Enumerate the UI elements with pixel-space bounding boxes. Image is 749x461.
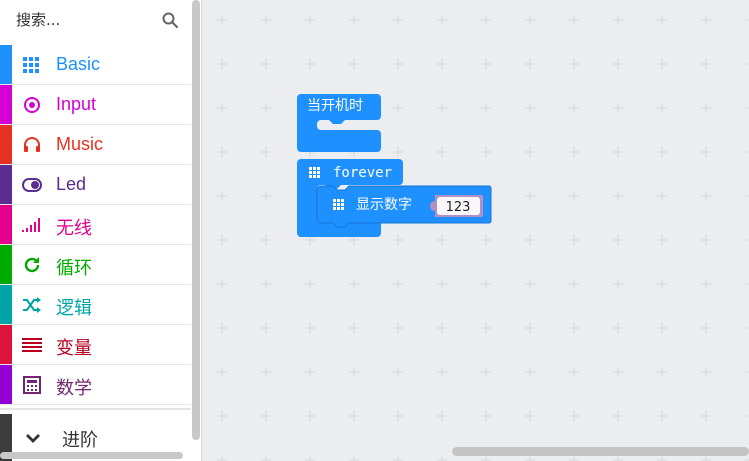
calculator-icon bbox=[22, 375, 42, 395]
radio-target-icon bbox=[22, 95, 42, 115]
toolbox: Basic Input Music bbox=[0, 0, 202, 461]
divider bbox=[0, 408, 191, 410]
category-variables[interactable]: 变量 bbox=[0, 325, 191, 365]
on-start-block[interactable]: 当开机时 bbox=[297, 94, 397, 156]
grid-icon bbox=[22, 55, 42, 75]
category-label: 无线 bbox=[56, 218, 92, 238]
category-color-bar bbox=[0, 85, 12, 124]
category-input[interactable]: Input bbox=[0, 85, 191, 125]
toolbox-horizontal-scrollbar[interactable] bbox=[0, 452, 183, 459]
workspace-horizontal-scrollbar[interactable] bbox=[452, 447, 749, 456]
category-color-bar bbox=[0, 365, 12, 404]
toggle-icon bbox=[22, 175, 42, 195]
grid-icon bbox=[333, 199, 344, 210]
variables-icon bbox=[22, 335, 42, 355]
search-icon[interactable] bbox=[161, 11, 179, 29]
category-basic[interactable]: Basic bbox=[0, 45, 191, 85]
category-color-bar bbox=[0, 245, 12, 284]
category-color-bar bbox=[0, 165, 12, 204]
category-color-bar bbox=[0, 205, 12, 244]
number-input[interactable]: 123 bbox=[430, 195, 483, 217]
category-label: 进阶 bbox=[62, 430, 98, 450]
category-label: 循环 bbox=[56, 258, 92, 278]
category-color-bar bbox=[0, 125, 12, 164]
chevron-down-icon bbox=[26, 434, 40, 443]
search-input[interactable] bbox=[16, 10, 156, 30]
category-label: Basic bbox=[56, 54, 101, 74]
show-number-label: 显示数字 bbox=[356, 197, 412, 213]
search-bar bbox=[0, 0, 191, 42]
signal-bars-icon bbox=[22, 215, 42, 235]
grid-icon bbox=[309, 167, 320, 178]
category-color-bar bbox=[0, 325, 12, 364]
refresh-icon bbox=[22, 255, 42, 275]
category-loops[interactable]: 循环 bbox=[0, 245, 191, 285]
shuffle-icon bbox=[22, 295, 42, 315]
category-led[interactable]: Led bbox=[0, 165, 191, 205]
toolbox-vertical-scrollbar[interactable] bbox=[192, 0, 200, 440]
category-label: Music bbox=[56, 134, 104, 154]
workspace[interactable]: 当开机时 forever 显示数字 123 bbox=[202, 0, 749, 461]
forever-block[interactable]: forever 显示数字 123 bbox=[297, 159, 497, 239]
category-math[interactable]: 数学 bbox=[0, 365, 191, 405]
category-radio[interactable]: 无线 bbox=[0, 205, 191, 245]
category-label: Input bbox=[56, 94, 97, 114]
category-label: 数学 bbox=[56, 378, 92, 398]
category-color-bar bbox=[0, 285, 12, 324]
number-value: 123 bbox=[446, 200, 471, 215]
category-label: Led bbox=[56, 174, 87, 194]
forever-label: forever bbox=[333, 165, 392, 181]
category-music[interactable]: Music bbox=[0, 125, 191, 165]
on-start-label: 当开机时 bbox=[307, 98, 363, 114]
category-label: 变量 bbox=[56, 338, 92, 358]
category-logic[interactable]: 逻辑 bbox=[0, 285, 191, 325]
show-number-block[interactable]: 显示数字 123 bbox=[316, 185, 492, 228]
headphones-icon bbox=[22, 135, 42, 155]
category-color-bar bbox=[0, 45, 12, 84]
category-label: 逻辑 bbox=[56, 298, 92, 318]
